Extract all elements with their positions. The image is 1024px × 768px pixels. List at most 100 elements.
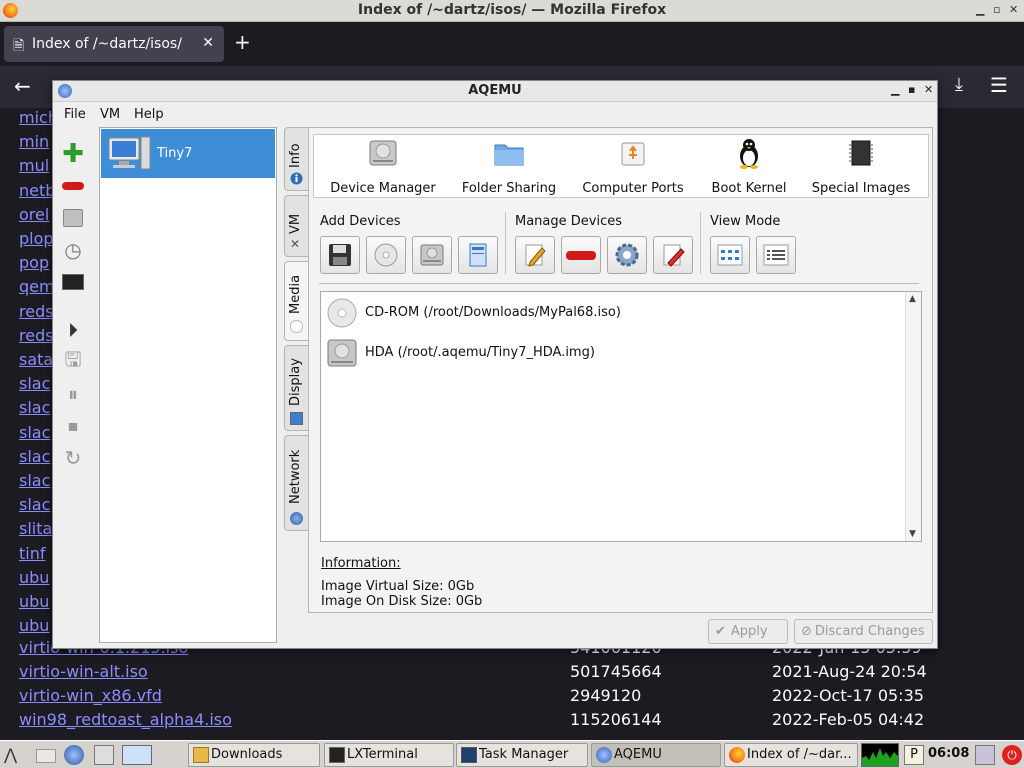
file-link[interactable]: min (19, 132, 49, 151)
view-icons-button[interactable] (710, 236, 750, 274)
file-link[interactable]: reds (19, 326, 54, 345)
firefox-titlebar: Index of /~dartz/isos/ — Mozilla Firefox… (0, 0, 1024, 22)
taskbar-item-task-manager[interactable]: Task Manager (456, 743, 588, 767)
media-panel: Device Manager Folder Sharing Computer P… (308, 127, 933, 613)
taskbar-item-aqemu[interactable]: AQEMU (591, 743, 721, 767)
firefox-window-title: Index of /~dartz/isos/ — Mozilla Firefox (357, 2, 667, 18)
edit-device-button[interactable] (515, 236, 555, 274)
device-properties-button[interactable] (607, 236, 647, 274)
tab-vm[interactable]: VM ✕ (284, 195, 308, 257)
save-state-icon[interactable]: 🖫 (60, 347, 86, 375)
remove-device-button[interactable] (561, 236, 601, 274)
file-link[interactable]: slac (19, 447, 50, 466)
windows-icon[interactable] (94, 745, 114, 765)
add-harddisk-button[interactable] (412, 236, 452, 274)
file-link[interactable]: slita (19, 519, 52, 538)
file-link[interactable]: mul (19, 156, 49, 175)
menu-help[interactable]: Help (134, 107, 164, 122)
taskbar-item-firefox[interactable]: Index of /~dar... (724, 743, 858, 767)
new-tab-icon[interactable]: + (234, 32, 251, 52)
hamburger-menu-icon[interactable]: ☰ (990, 73, 1008, 97)
play-icon[interactable]: ⏵ (60, 317, 86, 343)
boot-kernel-button[interactable]: Boot Kernel (694, 137, 804, 196)
media-icon (290, 320, 303, 333)
file-link[interactable]: slac (19, 423, 50, 442)
computer-ports-button[interactable]: Computer Ports (578, 137, 688, 196)
file-link[interactable]: slac (19, 374, 50, 393)
tab-info[interactable]: Info (284, 127, 308, 191)
device-manager-button[interactable]: Device Manager (328, 137, 438, 196)
add-cdrom-button[interactable] (366, 236, 406, 274)
file-link[interactable]: slac (19, 471, 50, 490)
start-menu-icon[interactable]: ⋀ (4, 745, 24, 765)
file-link[interactable]: pop (19, 253, 49, 272)
close-icon[interactable]: ✕ (1009, 3, 1018, 16)
tab-media[interactable]: Media (284, 261, 308, 341)
file-link[interactable]: plop (19, 229, 54, 248)
vm-list-item[interactable]: Tiny7 (101, 129, 275, 178)
apply-button[interactable]: ✔ Apply (708, 619, 788, 644)
file-link[interactable]: orel (19, 205, 49, 224)
file-link[interactable]: ubu (19, 616, 49, 635)
add-floppy-button[interactable] (320, 236, 360, 274)
close-tab-icon[interactable]: ✕ (202, 35, 214, 51)
file-size: 115206144 (570, 710, 662, 729)
browser-tab[interactable]: 🗎 Index of /~dartz/isos/ ✕ (4, 26, 224, 62)
file-link[interactable]: virtio-win-alt.iso (19, 662, 148, 681)
add-storage-button[interactable] (458, 236, 498, 274)
minimize-icon[interactable]: ▁ (891, 83, 899, 96)
tools-icon: ✕ (290, 237, 301, 251)
desktop-icon[interactable] (122, 745, 152, 765)
taskbar-item-downloads[interactable]: Downloads (188, 743, 320, 767)
view-list-button[interactable] (756, 236, 796, 274)
pause-icon[interactable]: ⏸ (60, 381, 86, 407)
file-manager-icon[interactable] (36, 749, 56, 763)
usb-port-icon (621, 142, 645, 166)
power-icon[interactable]: ⏻ (1002, 745, 1022, 765)
delete-vm-icon[interactable] (60, 173, 86, 199)
computer-icon (108, 136, 151, 170)
minimize-icon[interactable]: ▁ (976, 3, 984, 16)
file-link[interactable]: slac (19, 398, 50, 417)
file-link[interactable]: reds (19, 302, 54, 321)
scroll-down-icon[interactable]: ▼ (909, 529, 916, 539)
close-icon[interactable]: ✕ (924, 83, 933, 96)
download-icon[interactable]: ⤓ (955, 74, 963, 95)
display-icon (290, 412, 303, 425)
file-link[interactable]: win98_redtoast_alpha4.iso (19, 710, 232, 729)
menu-vm[interactable]: VM (100, 107, 120, 122)
harddisk-icon (369, 140, 397, 166)
maximize-icon[interactable]: ▫ (993, 3, 1000, 16)
clock-icon[interactable]: ◷ (60, 237, 86, 263)
file-link[interactable]: netb (19, 181, 55, 200)
vertical-scrollbar[interactable]: ▲ ▼ (905, 292, 921, 541)
web-browser-icon[interactable] (64, 745, 84, 765)
file-link[interactable]: virtio-win_x86.vfd (19, 686, 162, 705)
tab-network[interactable]: Network (284, 435, 308, 531)
terminal-icon[interactable] (60, 269, 86, 295)
file-link[interactable]: sata (19, 350, 53, 369)
folder-sharing-button[interactable]: Folder Sharing (454, 137, 564, 196)
taskbar-item-lxterminal[interactable]: LXTerminal (324, 743, 454, 767)
file-link[interactable]: ubu (19, 592, 49, 611)
harddisk-icon[interactable] (60, 205, 86, 231)
maximize-icon[interactable]: ▪ (908, 83, 915, 96)
back-arrow-icon[interactable]: ← (14, 74, 31, 98)
erase-device-button[interactable] (653, 236, 693, 274)
tab-display[interactable]: Display (284, 345, 308, 431)
file-link[interactable]: slac (19, 495, 50, 514)
menu-file[interactable]: File (64, 107, 86, 122)
file-link[interactable]: qem (19, 277, 55, 296)
aqemu-window: AQEMU ▁ ▪ ✕ File VM Help ✚ ◷ ⏵ 🖫 ⏸ ⏹ ↻ T… (52, 80, 938, 649)
folder-icon (193, 747, 209, 763)
add-vm-icon[interactable]: ✚ (60, 139, 86, 169)
clipboard-icon[interactable]: P (904, 745, 924, 765)
discard-changes-button[interactable]: ⊘ Discard Changes (794, 619, 933, 644)
lock-screen-icon[interactable] (975, 745, 995, 765)
scroll-up-icon[interactable]: ▲ (909, 294, 916, 304)
file-link[interactable]: ubu (19, 568, 49, 587)
special-images-button[interactable]: Special Images (806, 137, 916, 196)
file-link[interactable]: tinf (19, 544, 46, 563)
reset-icon[interactable]: ↻ (60, 445, 86, 471)
stop-icon[interactable]: ⏹ (60, 413, 86, 439)
